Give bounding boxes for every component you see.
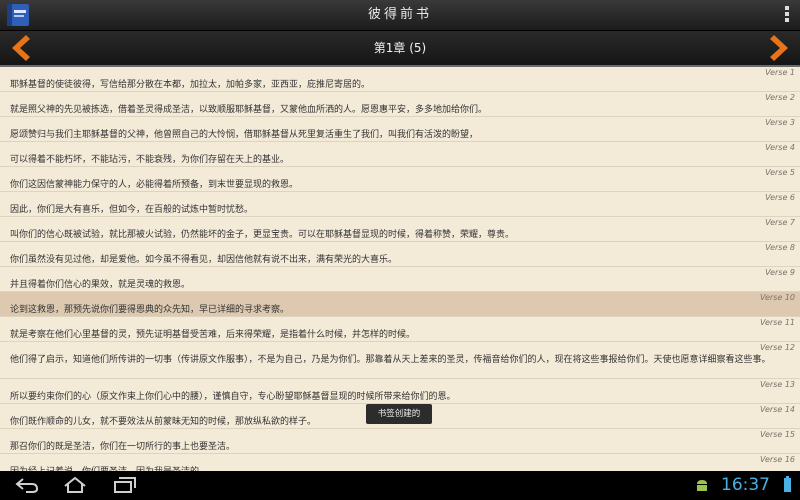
verse-number: Verse 9 <box>765 268 795 277</box>
verse-number: Verse 12 <box>759 343 795 352</box>
verse-row[interactable]: Verse 2 就是照父神的先见被拣选，借着圣灵得成圣洁，以致顺服耶稣基督，又蒙他… <box>0 92 800 117</box>
verse-text: 就是考察在他们心里基督的灵，预先证明基督受苦难，后来得荣耀，是指着什么时候，并怎… <box>10 330 416 340</box>
verse-row[interactable]: Verse 16因为经上记着说，你们要圣洁，因为我是圣洁的。 <box>0 454 800 471</box>
verse-text: 论到这救恩，那预先说你们要得恩典的众先知，早已详细的寻求考察。 <box>10 305 290 315</box>
verse-text: 愿颂赞归与我们主耶稣基督的父神，他曾照自己的大怜悯，借耶稣基督从死里复活重生了我… <box>10 130 479 140</box>
verse-row[interactable]: Verse 5 你们这因信蒙神能力保守的人，必能得着所预备，到末世要显现的救恩。 <box>0 167 800 192</box>
home-icon[interactable] <box>62 475 88 495</box>
verse-number: Verse 1 <box>765 68 795 77</box>
verse-number: Verse 2 <box>765 93 795 102</box>
verse-number: Verse 13 <box>759 380 795 389</box>
verse-row[interactable]: Verse 6 因此，你们是大有喜乐，但如今，在百般的试炼中暂时忧愁。 <box>0 192 800 217</box>
android-icon[interactable] <box>694 477 710 493</box>
verse-number: Verse 4 <box>765 143 795 152</box>
verse-text: 他们得了启示，知道他们所传讲的一切事（传讲原文作服事），不是为自己，乃是为你们。… <box>10 355 771 365</box>
page-title: 彼得前书 <box>367 7 432 22</box>
verse-text: 叫你们的信心既被试验，就比那被火试验，仍然能坏的金子，更显宝贵。可以在耶稣基督显… <box>10 230 515 240</box>
verse-text: 并且得着你们信心的果效，就是灵魂的救恩。 <box>10 280 191 290</box>
verse-text: 那召你们的既是圣洁，你们在一切所行的事上也要圣洁。 <box>10 442 236 452</box>
verse-number: Verse 16 <box>759 455 795 464</box>
system-nav-bar: 16:37 <box>0 471 800 500</box>
verse-number: Verse 15 <box>759 430 795 439</box>
back-icon[interactable] <box>14 475 40 495</box>
verse-text: 你们这因信蒙神能力保守的人，必能得着所预备，到末世要显现的救恩。 <box>10 180 299 190</box>
verse-number: Verse 11 <box>759 318 795 327</box>
verse-number: Verse 3 <box>765 118 795 127</box>
verse-text: 耶稣基督的使徒彼得，写信给那分散在本都，加拉太，加帕多家，亚西亚，庇推尼寄居的。 <box>10 80 371 90</box>
verse-text: 就是照父神的先见被拣选，借着圣灵得成圣洁，以致顺服耶稣基督，又蒙他血所洒的人。愿… <box>10 105 488 115</box>
recent-apps-icon[interactable] <box>112 475 138 495</box>
verse-number: Verse 14 <box>759 405 795 414</box>
app-title-bar: 彼得前书 <box>0 0 800 31</box>
verse-row[interactable]: Verse 3 愿颂赞归与我们主耶稣基督的父神，他曾照自己的大怜悯，借耶稣基督从死… <box>0 117 800 142</box>
verse-row-bookmarked[interactable]: Verse 10 论到这救恩，那预先说你们要得恩典的众先知，早已详细的寻求考察。 <box>0 292 800 317</box>
verse-text: 可以得着不能朽坏，不能玷污，不能衰残，为你们存留在天上的基业。 <box>10 155 290 165</box>
verse-number: Verse 10 <box>759 293 795 302</box>
overflow-menu-icon[interactable] <box>784 6 790 24</box>
bookmark-created-toast: 书签创建的 <box>366 404 432 424</box>
verse-row[interactable]: Verse 12 他们得了启示，知道他们所传讲的一切事（传讲原文作服事），不是为自… <box>0 342 800 379</box>
verse-row[interactable]: Verse 13 所以要约束你们的心（原文作束上你们心中的腰），谨慎自守，专心盼望… <box>0 379 800 404</box>
verse-row[interactable]: Verse 15 那召你们的既是圣洁，你们在一切所行的事上也要圣洁。 <box>0 429 800 454</box>
chapter-title: 第1章 (5) <box>373 41 427 55</box>
verse-row[interactable]: Verse 7 叫你们的信心既被试验，就比那被火试验，仍然能坏的金子，更显宝贵。可… <box>0 217 800 242</box>
verse-number: Verse 6 <box>765 193 795 202</box>
verse-row[interactable]: Verse 1 耶稣基督的使徒彼得，写信给那分散在本都，加拉太，加帕多家，亚西亚，… <box>0 67 800 92</box>
verse-row[interactable]: Verse 4 可以得着不能朽坏，不能玷污，不能衰残，为你们存留在天上的基业。 <box>0 142 800 167</box>
verse-text: 因为经上记着说，你们要圣洁，因为我是圣洁的。 <box>10 457 792 471</box>
verse-number: Verse 7 <box>765 218 795 227</box>
verse-number: Verse 5 <box>765 168 795 177</box>
verse-row[interactable]: Verse 11 就是考察在他们心里基督的灵，预先证明基督受苦难，后来得荣耀，是指… <box>0 317 800 342</box>
status-clock: 16:37 <box>721 475 770 495</box>
chapter-nav-bar: 第1章 (5) <box>0 31 800 67</box>
verse-text: 因此，你们是大有喜乐，但如今，在百般的试炼中暂时忧愁。 <box>10 205 254 215</box>
battery-icon <box>784 476 791 492</box>
verse-text: 你们虽然没有见过他，却是爱他。如今虽不得看见，却因信他就有说不出来，满有荣光的大… <box>10 255 398 265</box>
verse-row[interactable]: Verse 8 你们虽然没有见过他，却是爱他。如今虽不得看见，却因信他就有说不出来… <box>0 242 800 267</box>
verse-number: Verse 8 <box>765 243 795 252</box>
chevron-right-icon[interactable] <box>764 33 794 63</box>
verse-text: 所以要约束你们的心（原文作束上你们心中的腰），谨慎自守，专心盼望耶稣基督显现的时… <box>10 392 456 402</box>
verse-row[interactable]: Verse 9 并且得着你们信心的果效，就是灵魂的救恩。 <box>0 267 800 292</box>
